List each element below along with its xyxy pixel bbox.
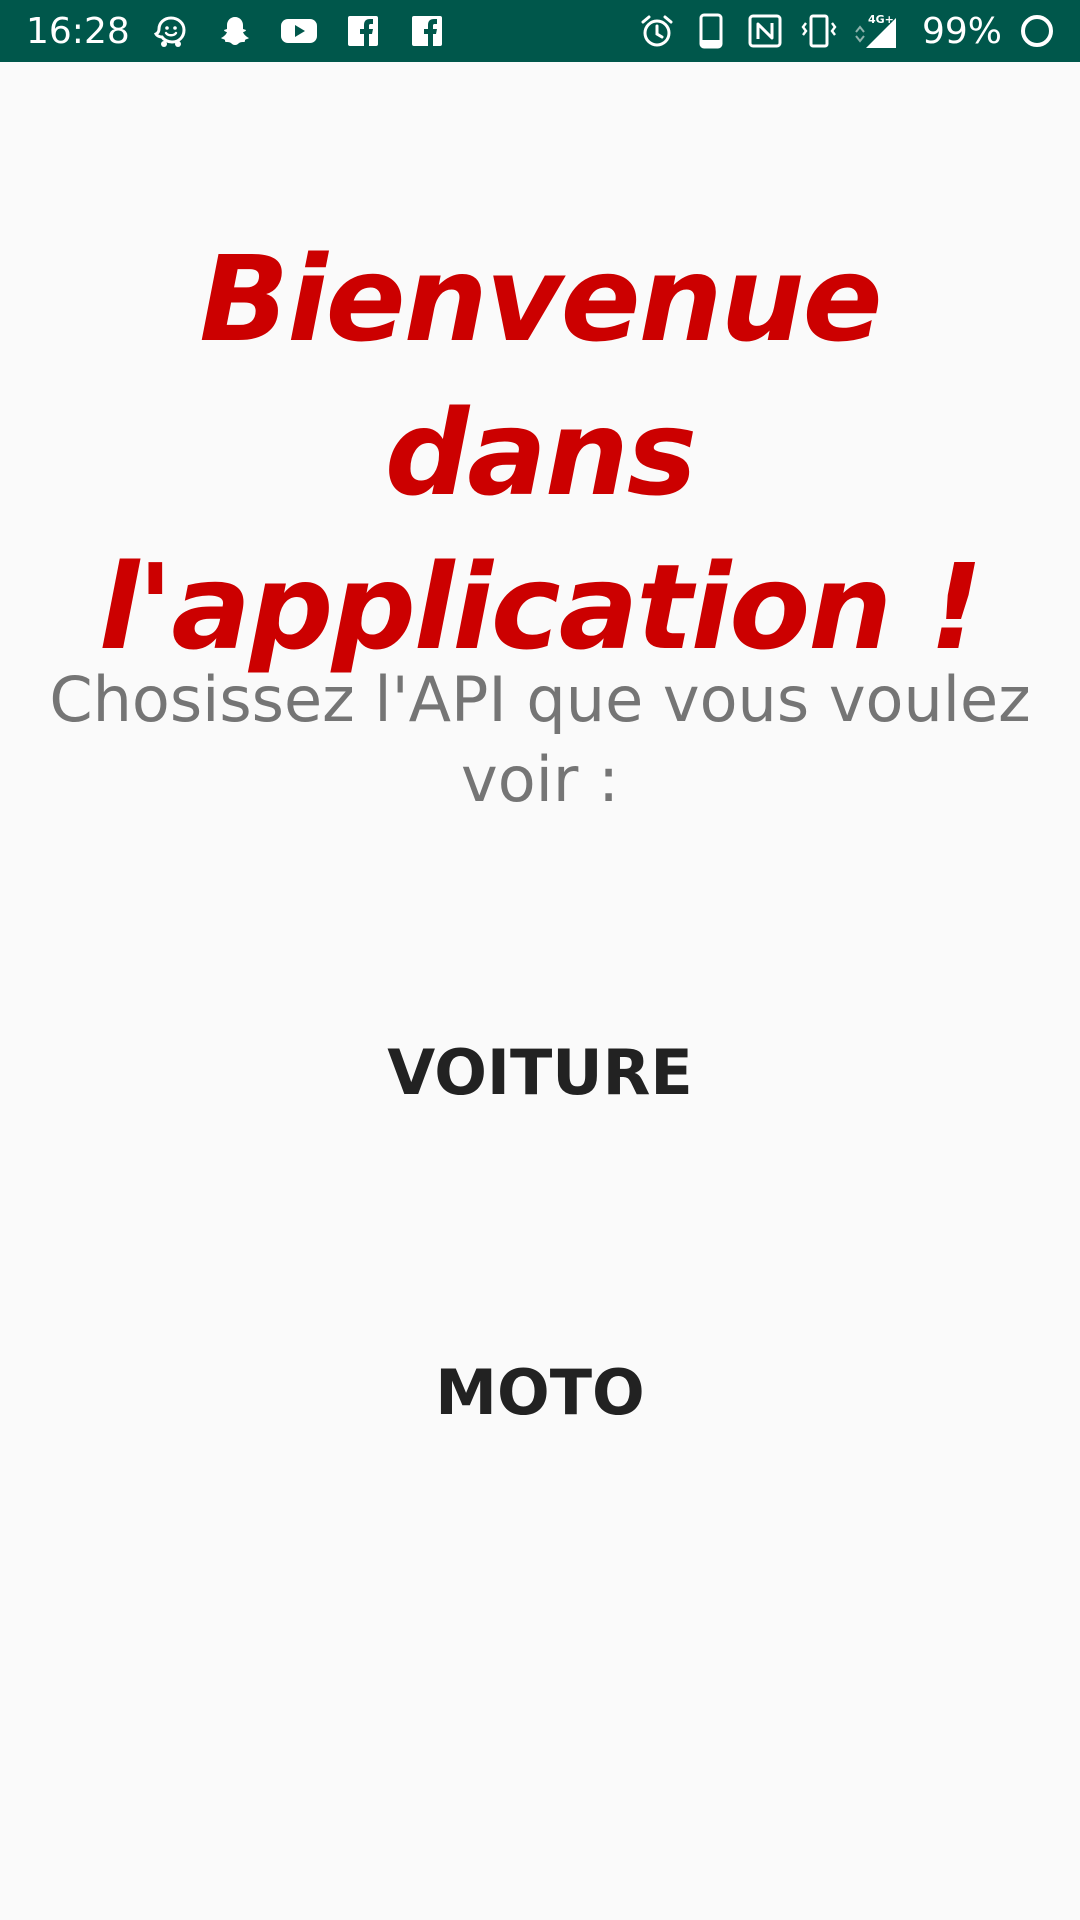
alarm-icon <box>638 12 676 50</box>
nfc-icon <box>746 12 784 50</box>
youtube-icon <box>280 12 318 50</box>
signal-icon: 4G+ <box>854 12 902 50</box>
api-choice-prompt: Chosissez l'API que vous voulez voir : <box>49 663 1031 816</box>
system-icons: 4G+ 99% <box>638 11 1056 52</box>
welcome-title: Bienvenue dans l'application ! <box>98 230 983 676</box>
notification-icons <box>152 12 446 50</box>
voiture-button[interactable]: VOITURE <box>340 1002 740 1142</box>
status-bar: 16:28 4G+ 99% <box>0 0 1080 62</box>
status-time: 16:28 <box>26 10 130 52</box>
facebook-icon <box>344 12 382 50</box>
facebook-icon <box>408 12 446 50</box>
moto-button[interactable]: MOTO <box>340 1322 740 1462</box>
battery-icon <box>1018 12 1056 50</box>
vibrate-icon <box>800 12 838 50</box>
main-content: Bienvenue dans l'application ! Chosissez… <box>0 62 1080 1920</box>
phone-icon <box>692 12 730 50</box>
waze-icon <box>152 12 190 50</box>
battery-percent: 99% <box>921 10 1002 52</box>
snapchat-icon <box>216 12 254 50</box>
